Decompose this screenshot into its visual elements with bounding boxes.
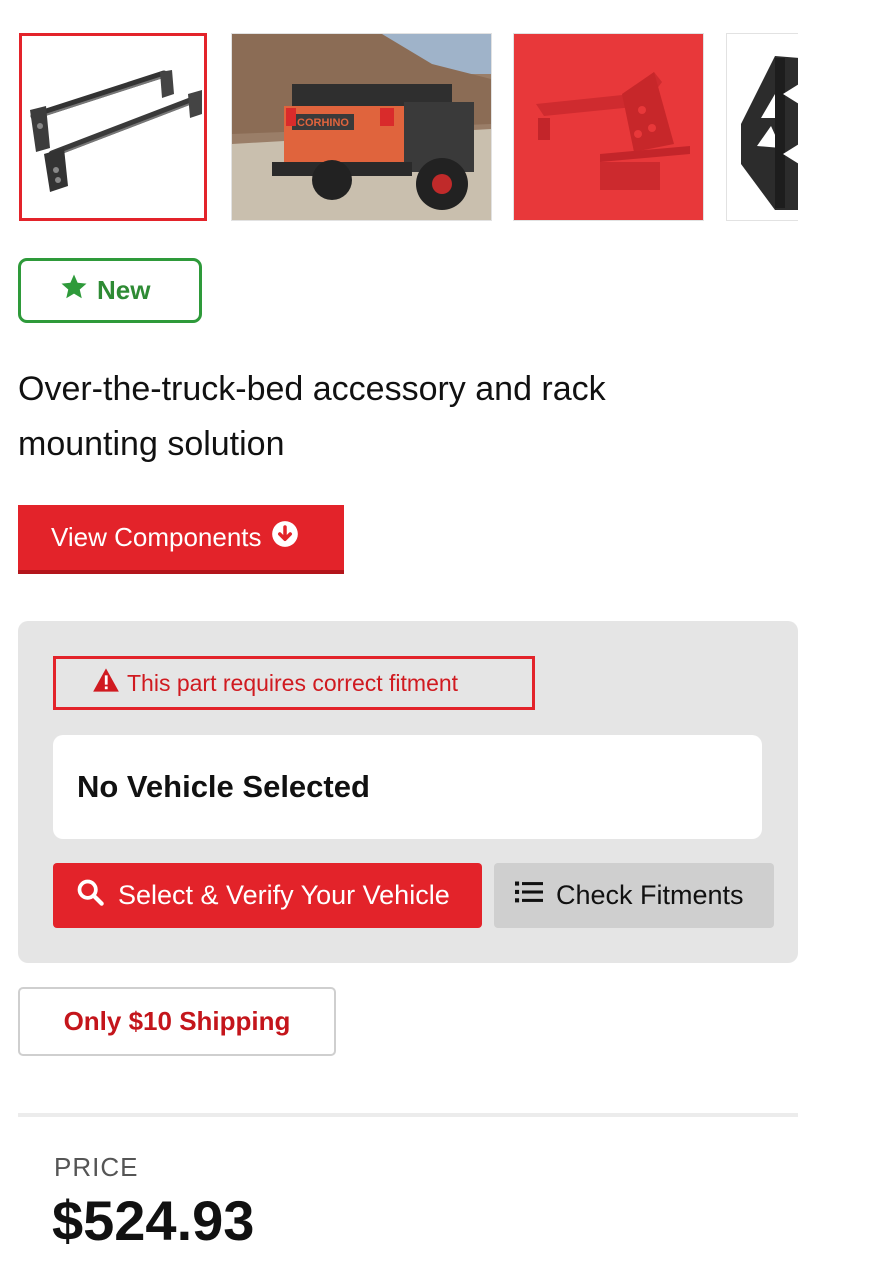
check-fitments-button[interactable]: Check Fitments bbox=[494, 863, 774, 928]
price-value: $524.93 bbox=[52, 1189, 255, 1252]
view-components-label: View Components bbox=[51, 522, 262, 552]
new-badge: New bbox=[18, 258, 202, 323]
price-label: PRICE bbox=[54, 1152, 139, 1182]
shipping-label: Only $10 Shipping bbox=[63, 1006, 291, 1036]
vehicle-status-text: No Vehicle Selected bbox=[77, 769, 370, 804]
thumbnail-truck-photo[interactable]: CORHINO bbox=[231, 33, 492, 221]
section-divider bbox=[18, 1113, 798, 1117]
thumbnail-red-bracket[interactable] bbox=[513, 33, 704, 221]
shipping-badge: Only $10 Shipping bbox=[18, 987, 336, 1056]
select-verify-vehicle-label: Select & Verify Your Vehicle bbox=[118, 880, 450, 910]
thumbnail-crossbar-rack[interactable] bbox=[19, 33, 207, 221]
select-verify-vehicle-button[interactable]: Select & Verify Your Vehicle bbox=[53, 863, 482, 928]
truck-brand-text: CORHINO bbox=[297, 117, 349, 129]
check-fitments-label: Check Fitments bbox=[556, 880, 744, 910]
product-description: Over-the-truck-bed accessory and rack mo… bbox=[18, 370, 606, 463]
fitment-panel: This part requires correct fitment No Ve… bbox=[18, 621, 798, 963]
view-components-button[interactable]: View Components bbox=[18, 505, 344, 574]
arrow-circle-down-icon bbox=[271, 520, 299, 555]
fitment-warning: This part requires correct fitment bbox=[53, 656, 535, 710]
warning-triangle-icon bbox=[92, 667, 120, 699]
image-gallery: CORHINO bbox=[0, 0, 798, 240]
selected-vehicle-box: No Vehicle Selected bbox=[53, 735, 762, 839]
thumbnail-side-plate[interactable] bbox=[726, 33, 798, 221]
list-icon bbox=[515, 880, 543, 911]
fitment-warning-text: This part requires correct fitment bbox=[127, 669, 459, 696]
new-badge-label: New bbox=[97, 275, 151, 305]
star-icon bbox=[59, 272, 89, 309]
search-icon bbox=[76, 878, 104, 913]
